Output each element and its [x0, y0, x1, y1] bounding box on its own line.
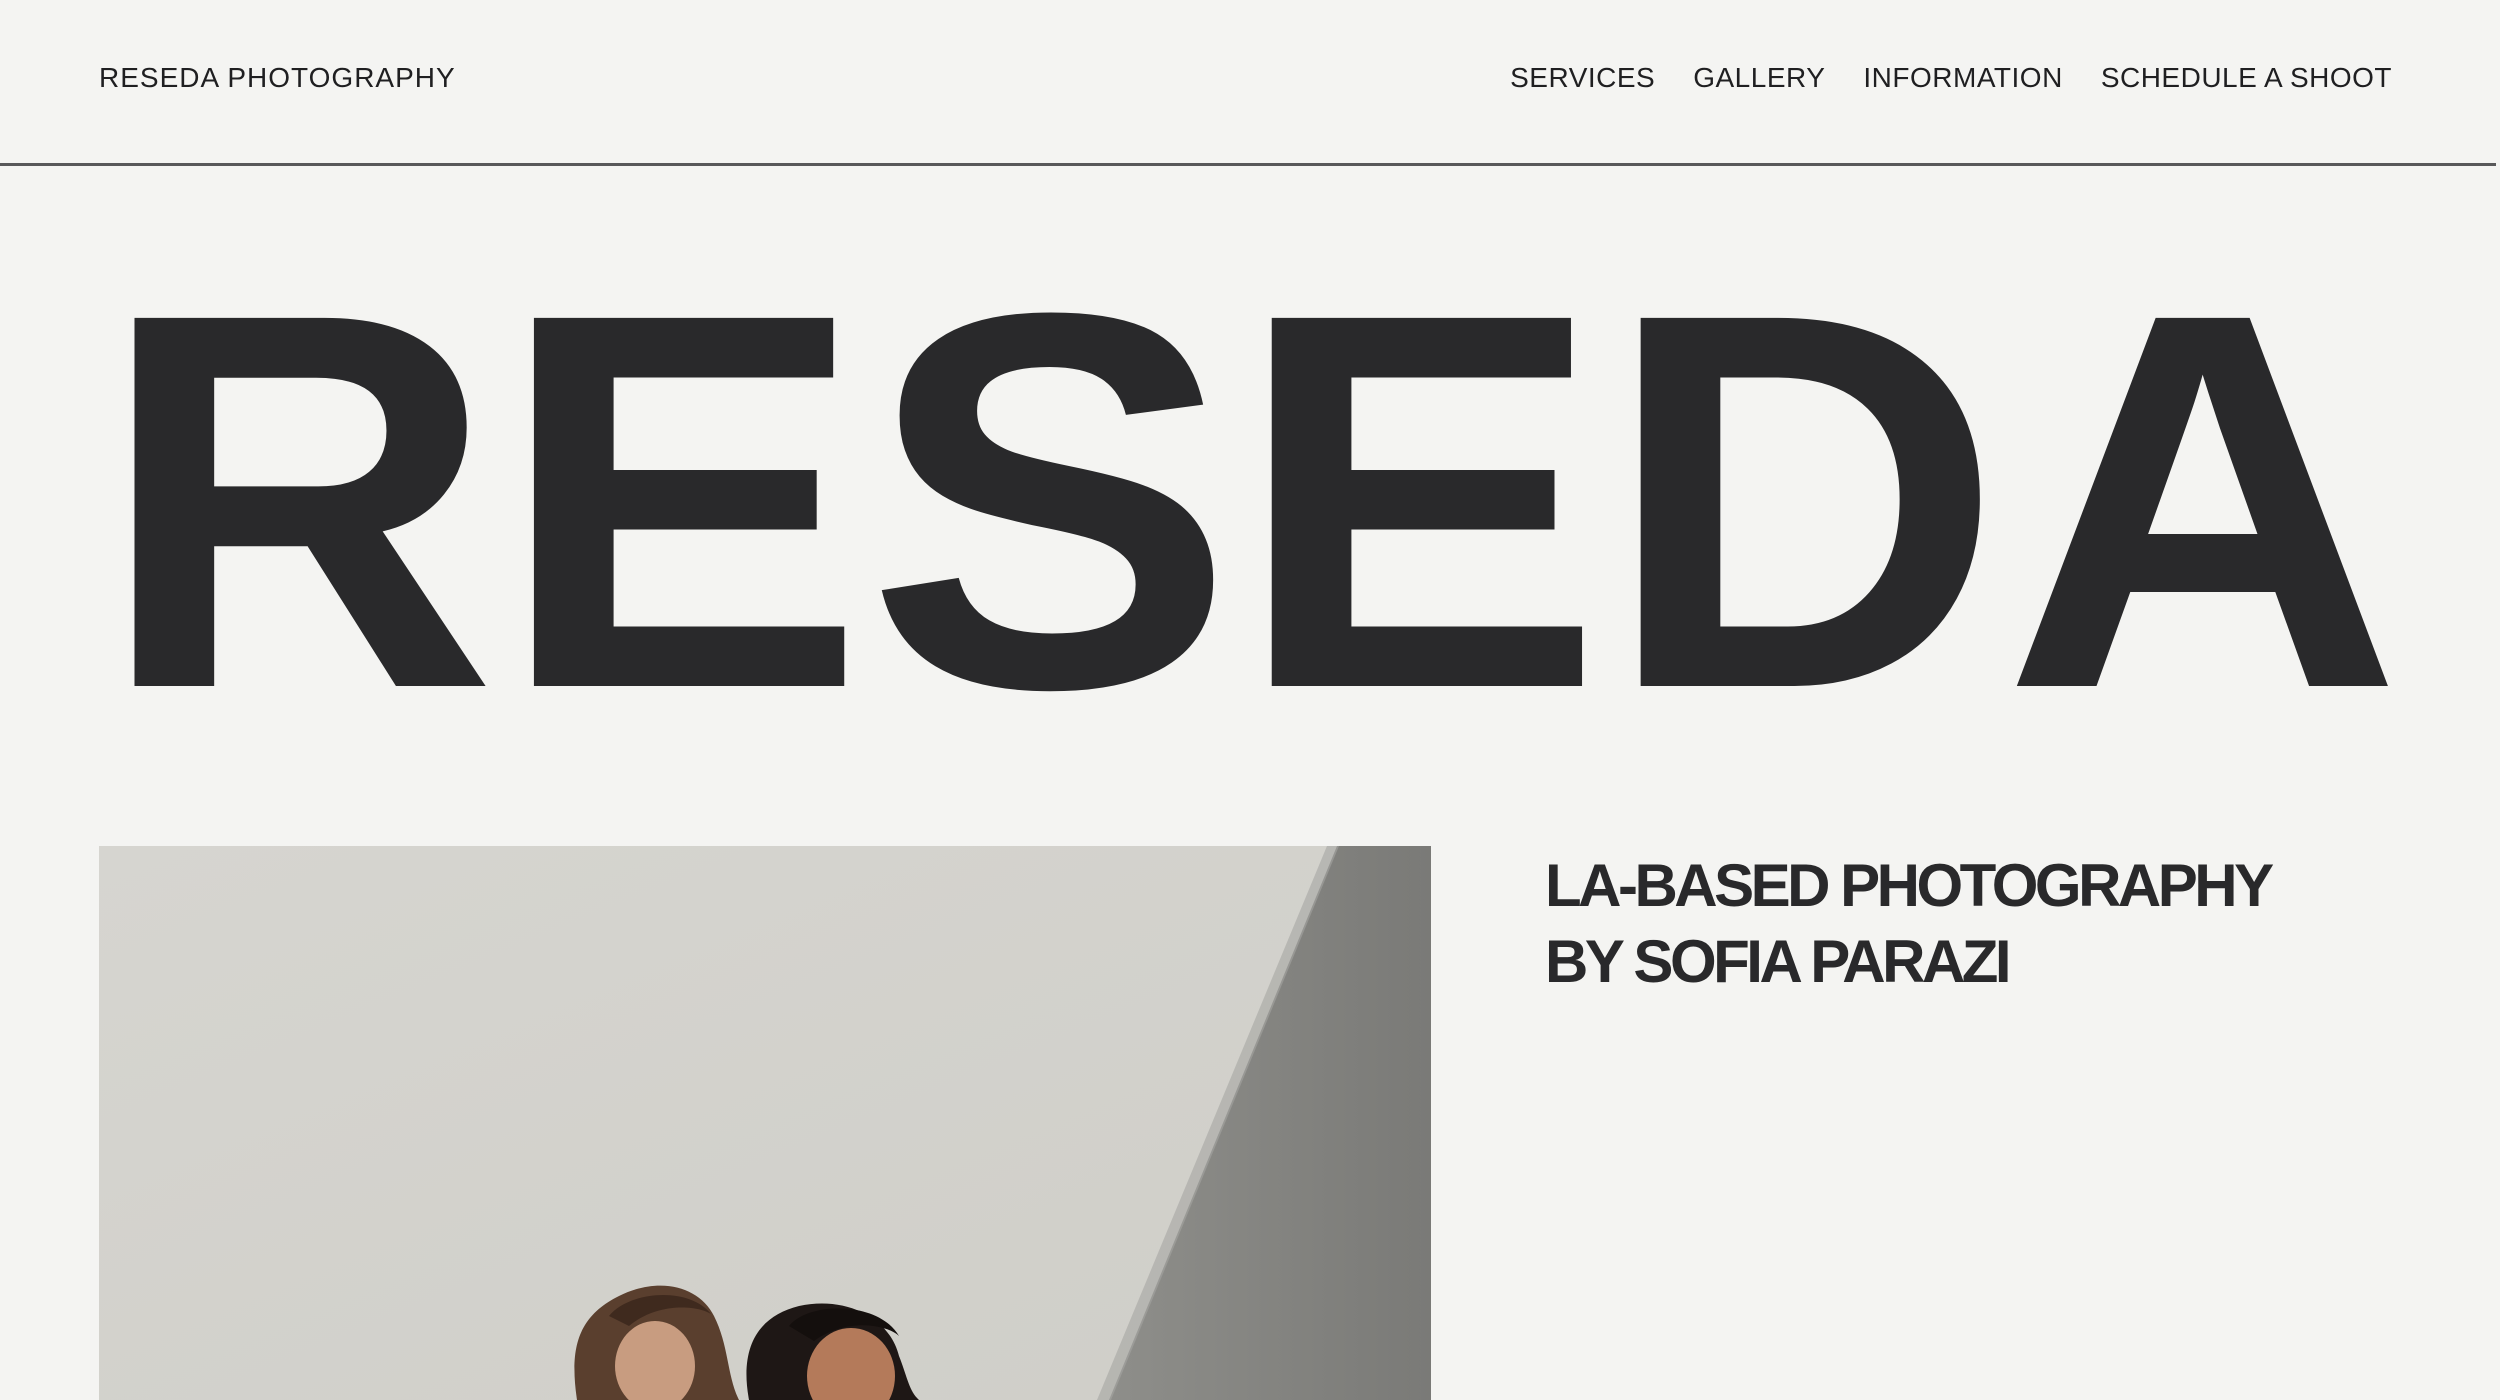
nav-services-link[interactable]: SERVICES [1510, 62, 1655, 94]
nav-schedule-link[interactable]: SCHEDULE A SHOOT [2101, 62, 2392, 94]
hero-wordmark: RESEDA [0, 270, 2500, 720]
page: RESEDA PHOTOGRAPHY SERVICES GALLERY INFO… [0, 0, 2500, 1400]
nav-gallery-link[interactable]: GALLERY [1693, 62, 1825, 94]
intro-tagline: LA-BASED PHOTOGRAPHY BY SOFIA PARAZI [1545, 848, 2445, 1000]
hero-photo [99, 846, 1431, 1400]
brand-logo-link[interactable]: RESEDA PHOTOGRAPHY [99, 62, 456, 94]
tagline-line-1: LA-BASED PHOTOGRAPHY [1545, 852, 2274, 919]
tagline-line-2: BY SOFIA PARAZI [1545, 928, 2012, 995]
hero-wordmark-text: RESEDA [98, 270, 2403, 720]
site-header: RESEDA PHOTOGRAPHY SERVICES GALLERY INFO… [0, 0, 2496, 166]
nav-information-link[interactable]: INFORMATION [1863, 62, 2062, 94]
main-nav: SERVICES GALLERY INFORMATION SCHEDULE A … [1510, 62, 2392, 94]
